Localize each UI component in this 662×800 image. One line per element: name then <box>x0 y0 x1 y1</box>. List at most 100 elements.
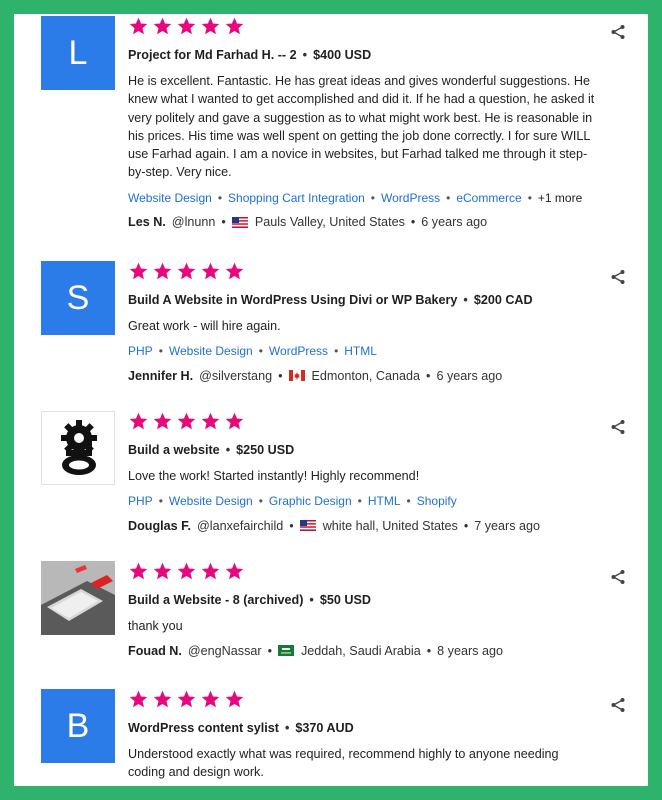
project-title[interactable]: Build a website <box>128 443 220 457</box>
star-icon <box>129 262 148 279</box>
separator-dot: • <box>302 48 308 62</box>
separator-dot: • <box>225 443 231 457</box>
review-time: 6 years ago <box>436 368 503 383</box>
reviewer-location: Edmonton, Canada <box>311 368 421 383</box>
avatar[interactable] <box>41 411 115 485</box>
skill-tag[interactable]: Website Design <box>169 494 253 508</box>
share-icon <box>611 25 625 39</box>
project-title-row: WordPress content sylist • $370 AUD <box>128 721 598 737</box>
review-text: Love the work! Started instantly! Highly… <box>128 469 420 483</box>
sa-flag-icon <box>277 645 294 657</box>
rating-stars <box>128 14 598 38</box>
review-time: 7 years ago <box>474 518 541 533</box>
skill-tags: Website Design • Shopping Cart Integration… <box>128 191 598 207</box>
avatar[interactable]: B <box>41 689 115 763</box>
skill-tag[interactable]: HTML <box>368 494 401 508</box>
star-icon <box>201 690 220 707</box>
project-title-row: Build a Website - 8 (archived) • $50 USD <box>128 593 598 609</box>
reviewer-location: Jeddah, Saudi Arabia <box>300 643 421 658</box>
skill-tag[interactable]: eCommerce <box>456 191 521 205</box>
skill-tag[interactable]: WordPress <box>269 344 328 358</box>
star-icon <box>225 17 244 34</box>
reviewer-handle: @lanxefairchild <box>196 518 284 533</box>
skill-tag[interactable]: Website Design <box>169 344 253 358</box>
star-icon <box>153 690 172 707</box>
share-icon <box>611 570 625 584</box>
separator-dot: • <box>357 494 362 509</box>
project-price: $200 CAD <box>473 293 533 307</box>
project-title[interactable]: Project for Md Farhad H. -- 2 <box>128 48 297 62</box>
laptop-photo-icon <box>41 561 115 635</box>
rating-stars <box>128 559 598 583</box>
rating-stars <box>128 259 598 283</box>
separator-dot: • <box>217 190 223 205</box>
reviewer-handle: @engNassar <box>187 643 262 658</box>
star-icon <box>153 562 172 579</box>
separator-dot: • <box>446 190 451 205</box>
project-title[interactable]: WordPress content sylist <box>128 721 279 735</box>
more-tags-link[interactable]: +1 more <box>538 191 582 205</box>
project-price: $400 USD <box>313 48 372 62</box>
project-title-row: Build a website • $250 USD <box>128 443 598 459</box>
skill-tag[interactable]: Website Design <box>128 191 212 205</box>
separator-dot: • <box>410 215 416 230</box>
separator-dot: • <box>158 344 163 359</box>
reviewer-name[interactable]: Jennifer H. <box>128 369 193 383</box>
skill-tags: PHP • Website Design • Graphic Design • HTML • S… <box>128 494 598 510</box>
avatar[interactable] <box>41 561 115 635</box>
skill-tag[interactable]: Shopify <box>417 494 457 508</box>
share-button[interactable] <box>610 419 626 435</box>
us-flag-icon <box>231 216 248 228</box>
review-card: L Project for Md Farhad H. -- 2 • $400 USD H… <box>14 14 648 259</box>
project-title[interactable]: Build A Website in WordPress Using Divi … <box>128 293 457 307</box>
star-icon <box>129 17 148 34</box>
project-price: $250 USD <box>236 443 295 457</box>
review-text: Understood exactly what was required, re… <box>128 747 559 780</box>
avatar[interactable]: L <box>41 16 115 90</box>
skill-tags: PHP • Website Design • WordPress • HTML <box>128 344 598 360</box>
reviewer-name[interactable]: Douglas F. <box>128 519 191 533</box>
share-button[interactable] <box>610 269 626 285</box>
avatar-letter: B <box>66 706 90 745</box>
review-card: B WordPress content sylist • $370 AUD Unders… <box>14 687 648 786</box>
review-time: 8 years ago <box>437 643 503 658</box>
reviewer-meta: Douglas F. @lanxefairchild • white hall, Un… <box>128 517 598 534</box>
star-icon <box>153 262 172 279</box>
separator-dot: • <box>463 518 469 533</box>
separator-dot: • <box>284 721 290 735</box>
review-text: thank you <box>128 619 183 633</box>
review-card: Build a Website - 8 (archived) • $50 USD th… <box>14 559 648 687</box>
skill-tag[interactable]: WordPress <box>381 191 440 205</box>
reviewer-handle: @lnunn <box>171 215 216 230</box>
avatar[interactable]: S <box>41 261 115 335</box>
reviewer-location: Pauls Valley, United States <box>254 215 405 230</box>
ca-flag-icon <box>288 370 305 382</box>
star-icon <box>201 17 220 34</box>
skill-tag[interactable]: PHP <box>128 344 153 358</box>
review-content: WordPress content sylist • $370 AUD Underst… <box>128 687 598 782</box>
reviewer-name[interactable]: Fouad N. <box>128 644 182 658</box>
skill-tag[interactable]: PHP <box>128 494 153 508</box>
skill-tag[interactable]: Shopping Cart Integration <box>228 191 365 205</box>
share-button[interactable] <box>610 24 626 40</box>
reviewer-name[interactable]: Les N. <box>128 215 166 229</box>
star-icon <box>201 412 220 429</box>
reviewer-location: white hall, United States <box>322 518 458 533</box>
review-content: Build a Website - 8 (archived) • $50 USD th… <box>128 559 598 659</box>
reviewer-meta: Jennifer H. @silverstang • Edmonton, Canada… <box>128 367 598 384</box>
skill-tag[interactable]: Graphic Design <box>269 494 352 508</box>
project-price: $370 AUD <box>295 721 354 735</box>
star-icon <box>177 562 196 579</box>
star-icon <box>201 262 220 279</box>
skill-tag[interactable]: HTML <box>344 344 377 358</box>
review-content: Build A Website in WordPress Using Divi … <box>128 259 598 384</box>
separator-dot: • <box>289 518 294 533</box>
separator-dot: • <box>309 593 314 607</box>
share-button[interactable] <box>610 697 626 713</box>
project-title[interactable]: Build a Website - 8 (archived) <box>128 593 303 607</box>
star-icon <box>153 17 172 34</box>
share-button[interactable] <box>610 569 626 585</box>
review-card: Build a website • $250 USD Love the work! S… <box>14 409 648 559</box>
review-text: He is excellent. Fantastic. He has great… <box>128 74 595 180</box>
avatar-letter: S <box>66 278 90 317</box>
